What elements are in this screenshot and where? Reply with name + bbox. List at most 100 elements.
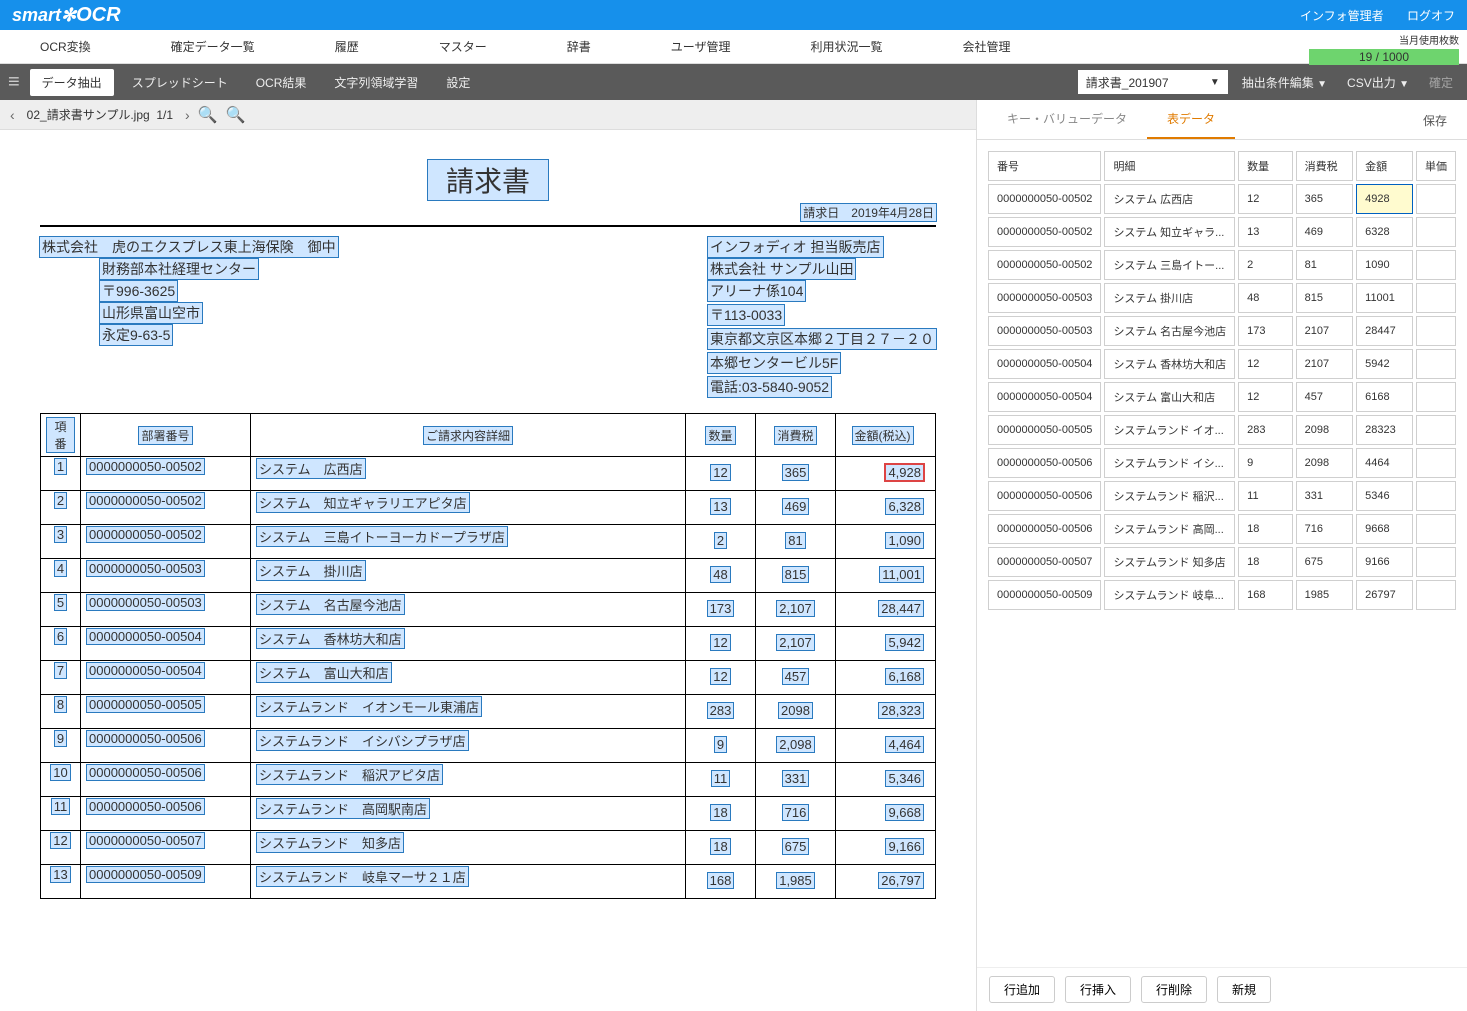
g-a[interactable]: 9668: [1356, 514, 1413, 544]
g-t[interactable]: 2107: [1296, 349, 1354, 379]
g-a[interactable]: 6328: [1356, 217, 1413, 247]
btn-row-add[interactable]: 行追加: [989, 976, 1055, 1003]
g-u[interactable]: [1416, 250, 1456, 280]
btn-csv[interactable]: CSV出力 ▼: [1341, 74, 1415, 91]
grid-row[interactable]: 0000000050-00505システムランド イオ...28320982832…: [988, 415, 1456, 445]
btn-row-new[interactable]: 新規: [1217, 976, 1271, 1003]
btn-edit-conditions[interactable]: 抽出条件編集 ▼: [1236, 74, 1333, 91]
g-no[interactable]: 0000000050-00504: [988, 349, 1101, 379]
g-m[interactable]: システム 名古屋今池店: [1104, 316, 1235, 346]
hamburger-icon[interactable]: ≡: [8, 71, 20, 94]
grid-row[interactable]: 0000000050-00502システム 三島イトー...2811090: [988, 250, 1456, 280]
g-t[interactable]: 2107: [1296, 316, 1354, 346]
tb-settings[interactable]: 設定: [432, 74, 484, 91]
grid-row[interactable]: 0000000050-00503システム 掛川店4881511001: [988, 283, 1456, 313]
nav-history[interactable]: 履歴: [295, 30, 399, 64]
g-t[interactable]: 2098: [1296, 415, 1354, 445]
g-t[interactable]: 716: [1296, 514, 1354, 544]
grid-row[interactable]: 0000000050-00504システム 富山大和店124576168: [988, 382, 1456, 412]
tab-extract[interactable]: データ抽出: [30, 69, 114, 96]
g-u[interactable]: [1416, 184, 1456, 214]
g-q[interactable]: 9: [1238, 448, 1292, 478]
grid-row[interactable]: 0000000050-00506システムランド 高岡...187169668: [988, 514, 1456, 544]
grid-row[interactable]: 0000000050-00507システムランド 知多店186759166: [988, 547, 1456, 577]
g-no[interactable]: 0000000050-00506: [988, 481, 1101, 511]
tb-ocr-result[interactable]: OCR結果: [242, 74, 321, 91]
g-a[interactable]: 4928: [1356, 184, 1413, 214]
g-m[interactable]: システム 広西店: [1104, 184, 1235, 214]
template-select[interactable]: 請求書_201907 ▼: [1078, 70, 1228, 94]
g-m[interactable]: システムランド 高岡...: [1104, 514, 1235, 544]
g-u[interactable]: [1416, 415, 1456, 445]
g-m[interactable]: システムランド 岐阜...: [1104, 580, 1235, 610]
g-no[interactable]: 0000000050-00503: [988, 316, 1101, 346]
g-m[interactable]: システム 知立ギャラ...: [1104, 217, 1235, 247]
g-a[interactable]: 1090: [1356, 250, 1413, 280]
g-u[interactable]: [1416, 283, 1456, 313]
g-no[interactable]: 0000000050-00504: [988, 382, 1101, 412]
g-no[interactable]: 0000000050-00502: [988, 250, 1101, 280]
g-q[interactable]: 11: [1238, 481, 1292, 511]
g-a[interactable]: 11001: [1356, 283, 1413, 313]
g-t[interactable]: 2098: [1296, 448, 1354, 478]
g-m[interactable]: システム 三島イトー...: [1104, 250, 1235, 280]
g-u[interactable]: [1416, 448, 1456, 478]
g-t[interactable]: 1985: [1296, 580, 1354, 610]
g-q[interactable]: 13: [1238, 217, 1292, 247]
g-t[interactable]: 469: [1296, 217, 1354, 247]
g-u[interactable]: [1416, 547, 1456, 577]
grid-row[interactable]: 0000000050-00502システム 広西店123654928: [988, 184, 1456, 214]
g-m[interactable]: システムランド 知多店: [1104, 547, 1235, 577]
nav-company[interactable]: 会社管理: [923, 30, 1051, 64]
g-m[interactable]: システム 富山大和店: [1104, 382, 1235, 412]
g-q[interactable]: 12: [1238, 382, 1292, 412]
grid-row[interactable]: 0000000050-00509システムランド 岐阜...16819852679…: [988, 580, 1456, 610]
g-a[interactable]: 4464: [1356, 448, 1413, 478]
nav-master[interactable]: マスター: [399, 30, 527, 64]
g-u[interactable]: [1416, 316, 1456, 346]
g-a[interactable]: 6168: [1356, 382, 1413, 412]
zoom-out-icon[interactable]: 🔍: [222, 105, 250, 125]
grid-row[interactable]: 0000000050-00506システムランド 稲沢...113315346: [988, 481, 1456, 511]
g-no[interactable]: 0000000050-00507: [988, 547, 1101, 577]
g-a[interactable]: 9166: [1356, 547, 1413, 577]
g-t[interactable]: 457: [1296, 382, 1354, 412]
grid-row[interactable]: 0000000050-00502システム 知立ギャラ...134696328: [988, 217, 1456, 247]
g-m[interactable]: システムランド イオ...: [1104, 415, 1235, 445]
g-t[interactable]: 815: [1296, 283, 1354, 313]
g-no[interactable]: 0000000050-00509: [988, 580, 1101, 610]
g-q[interactable]: 2: [1238, 250, 1292, 280]
g-u[interactable]: [1416, 481, 1456, 511]
g-t[interactable]: 81: [1296, 250, 1354, 280]
tb-learn[interactable]: 文字列領域学習: [320, 74, 432, 91]
g-a[interactable]: 5346: [1356, 481, 1413, 511]
g-u[interactable]: [1416, 580, 1456, 610]
grid-row[interactable]: 0000000050-00504システム 香林坊大和店1221075942: [988, 349, 1456, 379]
g-t[interactable]: 675: [1296, 547, 1354, 577]
g-m[interactable]: システムランド イシ...: [1104, 448, 1235, 478]
g-t[interactable]: 365: [1296, 184, 1354, 214]
btn-confirm[interactable]: 確定: [1423, 74, 1459, 91]
g-q[interactable]: 18: [1238, 547, 1292, 577]
g-a[interactable]: 26797: [1356, 580, 1413, 610]
g-u[interactable]: [1416, 217, 1456, 247]
g-q[interactable]: 173: [1238, 316, 1292, 346]
nav-usage[interactable]: 利用状況一覧: [771, 30, 923, 64]
zoom-in-icon[interactable]: 🔍: [194, 105, 222, 125]
g-q[interactable]: 168: [1238, 580, 1292, 610]
g-no[interactable]: 0000000050-00506: [988, 448, 1101, 478]
g-m[interactable]: システム 香林坊大和店: [1104, 349, 1235, 379]
nav-ocr[interactable]: OCR変換: [0, 30, 131, 64]
g-t[interactable]: 331: [1296, 481, 1354, 511]
grid-row[interactable]: 0000000050-00503システム 名古屋今池店173210728447: [988, 316, 1456, 346]
g-q[interactable]: 18: [1238, 514, 1292, 544]
g-no[interactable]: 0000000050-00502: [988, 184, 1101, 214]
prev-page-icon[interactable]: ‹: [6, 107, 19, 123]
g-no[interactable]: 0000000050-00506: [988, 514, 1101, 544]
g-q[interactable]: 48: [1238, 283, 1292, 313]
g-u[interactable]: [1416, 514, 1456, 544]
nav-user[interactable]: ユーザ管理: [631, 30, 771, 64]
g-u[interactable]: [1416, 349, 1456, 379]
g-no[interactable]: 0000000050-00503: [988, 283, 1101, 313]
g-q[interactable]: 283: [1238, 415, 1292, 445]
